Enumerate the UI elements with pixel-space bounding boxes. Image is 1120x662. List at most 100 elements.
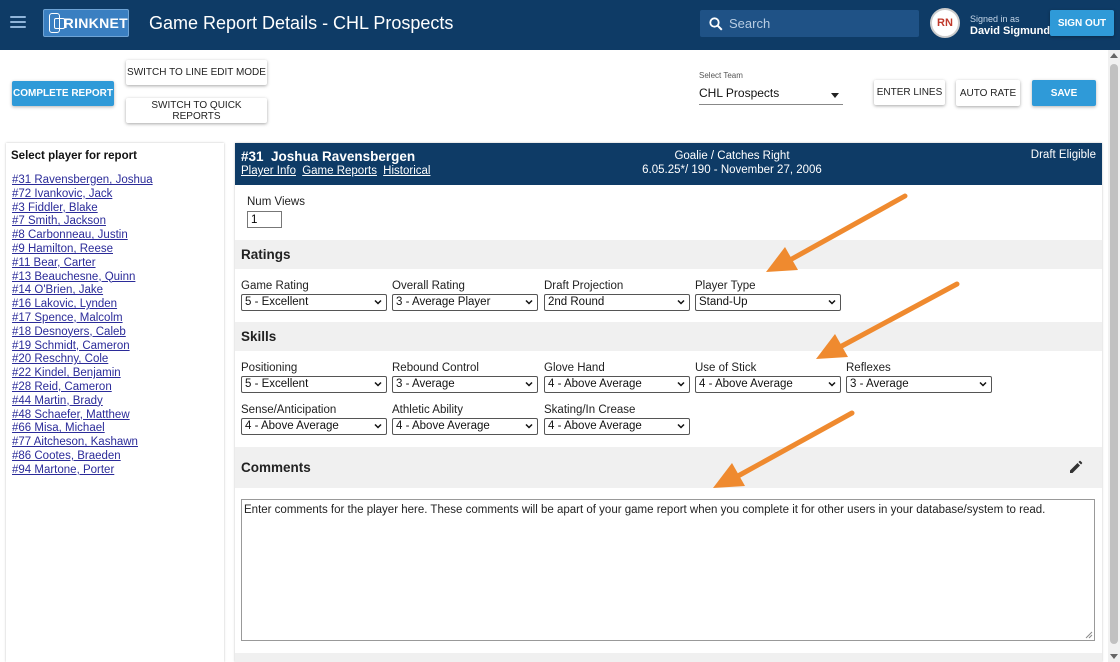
athletic-ability-select[interactable]: 4 - Above Average [392,418,538,435]
player-header: #31 Joshua Ravensbergen Player Info Game… [235,143,1102,185]
comments-textarea[interactable]: Enter comments for the player here. Thes… [241,499,1095,641]
player-link[interactable]: #94 Martone, Porter [12,464,114,476]
rinknet-logo[interactable]: RINKNET [43,9,129,37]
game-reports-link[interactable]: Game Reports [302,165,377,177]
player-link[interactable]: #17 Spence, Malcolm [12,312,123,324]
player-link[interactable]: #72 Ivankovic, Jack [12,188,112,200]
player-title: #31 Joshua Ravensbergen [241,149,415,164]
select-value: 2nd Round [548,296,605,308]
sense-anticipation-select[interactable]: 4 - Above Average [241,418,387,435]
player-link[interactable]: #14 O'Brien, Jake [12,284,103,296]
select-value: 5 - Excellent [245,296,309,308]
select-team-label: Select Team [699,71,743,80]
sign-out-button[interactable]: SIGN OUT [1050,10,1114,36]
select-value: 4 - Above Average [245,420,339,432]
sidebar-title: Select player for report [11,150,137,162]
num-views-label: Num Views [247,196,305,208]
player-link[interactable]: #22 Kindel, Benjamin [12,367,121,379]
resize-grip-icon[interactable] [1085,631,1093,639]
scroll-down-icon[interactable] [1110,654,1118,659]
sense-anticipation-label: Sense/Anticipation [241,404,337,416]
player-link[interactable]: #3 Fiddler, Blake [12,202,98,214]
player-link[interactable]: #77 Aitcheson, Kashawn [12,436,138,448]
player-link[interactable]: #16 Lakovic, Lynden [12,298,117,310]
list-item: #16 Lakovic, Lynden [12,298,153,312]
player-link[interactable]: #44 Martin, Brady [12,395,103,407]
menu-icon[interactable] [10,16,26,30]
list-item: #72 Ivankovic, Jack [12,188,153,202]
use-of-stick-select[interactable]: 4 - Above Average [695,376,841,393]
positioning-select[interactable]: 5 - Excellent [241,376,387,393]
player-info-link[interactable]: Player Info [241,165,296,177]
line-edit-mode-button[interactable]: SWITCH TO LINE EDIT MODE [126,60,267,85]
player-link[interactable]: #48 Schaefer, Matthew [12,409,130,421]
skills-section-header: Skills [235,322,1102,351]
positioning-label: Positioning [241,362,298,374]
player-link[interactable]: #28 Reid, Cameron [12,381,112,393]
player-link[interactable]: #8 Carbonneau, Justin [12,229,128,241]
pencil-icon[interactable] [1069,460,1083,474]
chevron-down-icon [525,423,533,429]
scrollbar-thumb[interactable] [1110,64,1118,644]
list-item: #28 Reid, Cameron [12,381,153,395]
player-link[interactable]: #31 Ravensbergen, Joshua [12,174,153,186]
player-link[interactable]: #18 Desnoyers, Caleb [12,326,126,338]
list-item: #11 Bear, Carter [12,257,153,271]
player-link[interactable]: #66 Misa, Michael [12,422,105,434]
save-button[interactable]: SAVE [1032,80,1096,106]
game-rating-select[interactable]: 5 - Excellent [241,294,387,311]
chevron-down-icon [374,381,382,387]
search-box[interactable] [700,10,919,37]
reflexes-label: Reflexes [846,362,891,374]
ratings-section-header: Ratings [235,240,1102,269]
list-item: #17 Spence, Malcolm [12,312,153,326]
quick-reports-button[interactable]: SWITCH TO QUICK REPORTS [126,98,267,123]
list-item: #48 Schaefer, Matthew [12,409,153,423]
list-item: #22 Kindel, Benjamin [12,367,153,381]
skating-in-crease-select[interactable]: 4 - Above Average [544,418,690,435]
player-link[interactable]: #86 Cootes, Braeden [12,450,121,462]
draft-projection-select[interactable]: 2nd Round [544,294,690,311]
avatar[interactable]: RN [930,8,960,38]
player-link[interactable]: #7 Smith, Jackson [12,215,106,227]
historical-link[interactable]: Historical [383,165,430,177]
player-links: Player Info Game Reports Historical [241,165,433,177]
bottom-section-strip [235,653,1102,662]
auto-rate-button[interactable]: AUTO RATE [956,80,1020,106]
page-title: Game Report Details - CHL Prospects [149,13,454,33]
player-link[interactable]: #11 Bear, Carter [12,257,96,269]
player-link[interactable]: #9 Hamilton, Reese [12,243,113,255]
player-type-select[interactable]: Stand-Up [695,294,841,311]
select-value: 4 - Above Average [548,420,642,432]
enter-lines-button[interactable]: ENTER LINES [874,80,945,105]
rebound-control-select[interactable]: 3 - Average [392,376,538,393]
chevron-down-icon [828,299,836,305]
player-sidebar: Select player for report #31 Ravensberge… [6,143,224,662]
list-item: #14 O'Brien, Jake [12,284,153,298]
select-value: 4 - Above Average [699,378,793,390]
reflexes-select[interactable]: 3 - Average [846,376,992,393]
list-item: #31 Ravensbergen, Joshua [12,174,153,188]
glove-hand-select[interactable]: 4 - Above Average [544,376,690,393]
search-icon [709,17,723,31]
player-details: 6.05.25*/ 190 - November 27, 2006 [642,164,822,176]
num-views-input[interactable] [247,211,282,228]
list-item: #3 Fiddler, Blake [12,202,153,216]
logo-mark-icon [49,13,65,33]
player-link[interactable]: #20 Reschny, Cole [12,353,108,365]
player-link[interactable]: #13 Beauchesne, Quinn [12,271,135,283]
player-number: #31 [241,149,264,164]
draft-status: Draft Eligible [1030,149,1096,161]
rebound-control-label: Rebound Control [392,362,479,374]
chevron-down-icon [677,299,685,305]
complete-report-button[interactable]: COMPLETE REPORT [12,81,114,106]
list-item: #9 Hamilton, Reese [12,243,153,257]
team-select[interactable]: CHL Prospects [699,86,843,105]
scroll-up-icon[interactable] [1110,53,1118,58]
page-scrollbar[interactable] [1108,50,1120,662]
overall-rating-select[interactable]: 3 - Average Player [392,294,538,311]
list-item: #7 Smith, Jackson [12,215,153,229]
player-link[interactable]: #19 Schmidt, Cameron [12,340,130,352]
game-rating-label: Game Rating [241,280,309,292]
search-input[interactable] [729,13,909,34]
